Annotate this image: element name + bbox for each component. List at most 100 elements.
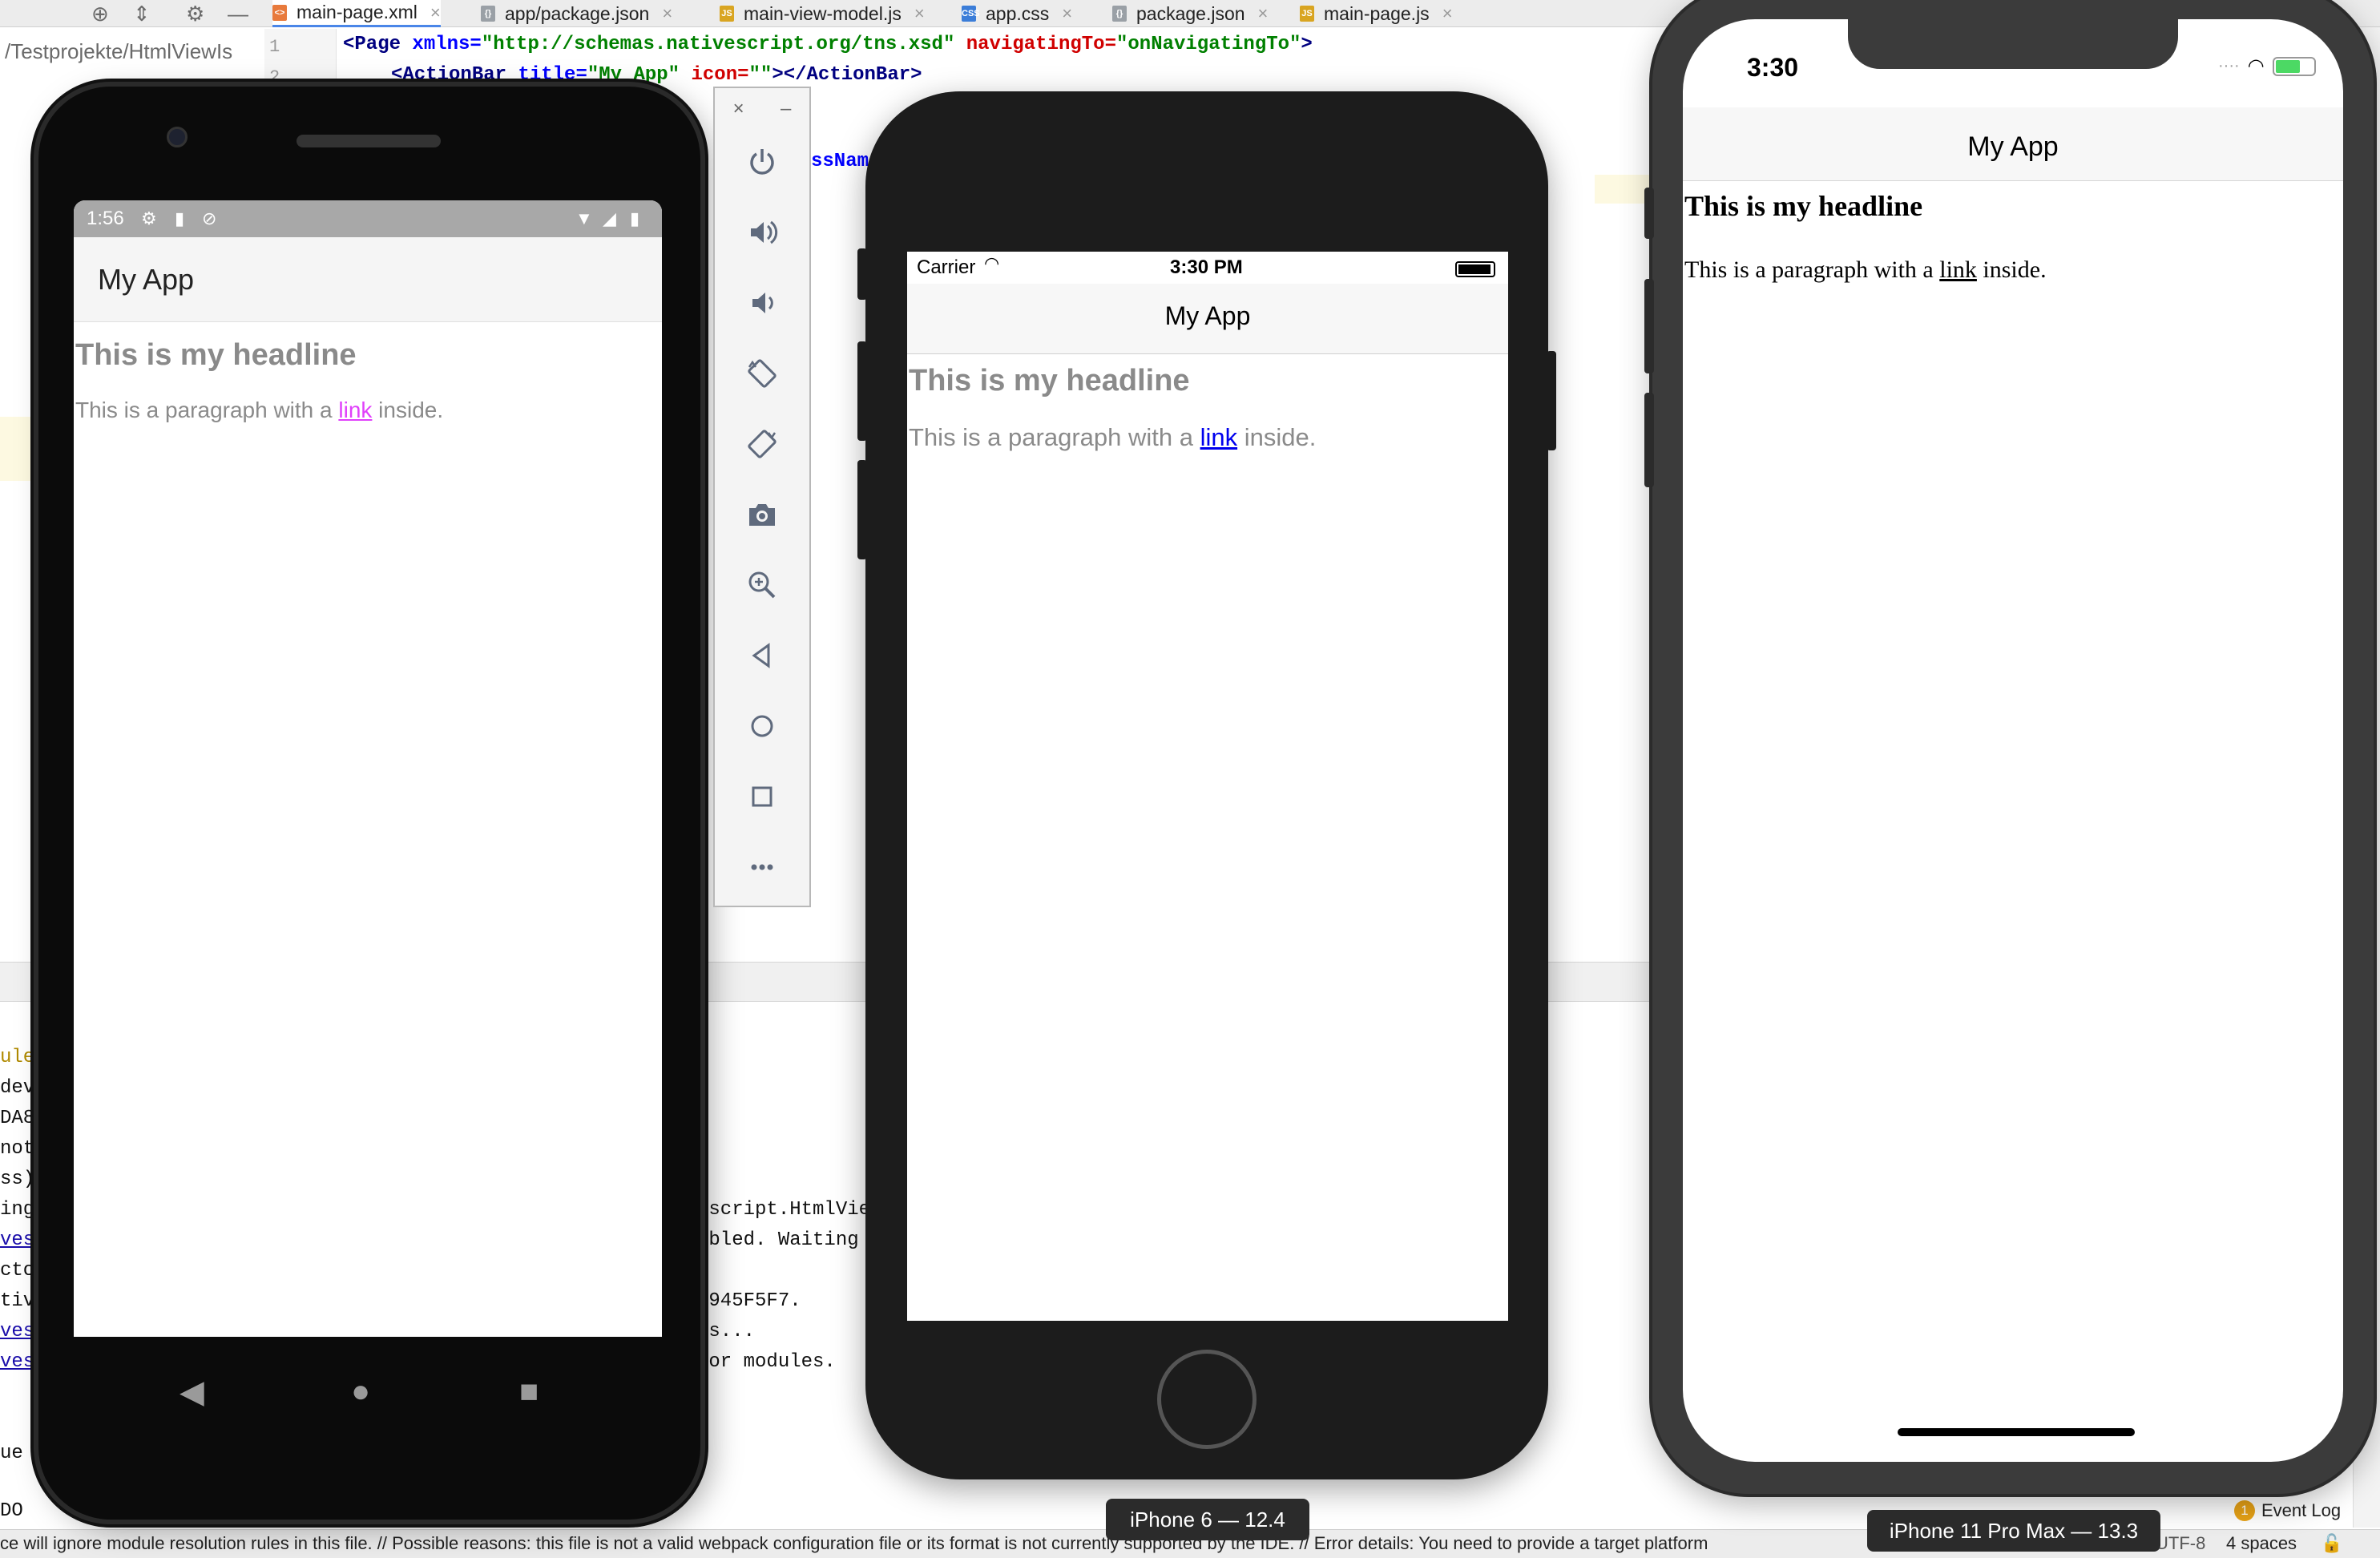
status-time: 3:30 PM (1170, 256, 1243, 278)
paragraph-link[interactable]: link (1939, 256, 1977, 283)
close-icon[interactable]: × (1062, 3, 1072, 24)
signal-icon: ···· (2218, 57, 2240, 75)
close-icon[interactable]: × (733, 98, 744, 120)
android-nav-bar: ◀ ● ■ (74, 1337, 662, 1465)
json-file-icon: {} (1112, 6, 1127, 22)
close-icon[interactable]: × (1258, 3, 1269, 24)
code-token: > (1301, 34, 1313, 55)
paragraph-link[interactable]: link (338, 398, 372, 422)
hide-icon[interactable]: — (228, 2, 248, 26)
home-icon (751, 715, 773, 737)
power-icon (750, 149, 774, 175)
headline: This is my headline (909, 364, 1190, 398)
wifi-icon: ◠ (2247, 55, 2265, 77)
android-status-bar: 1:56 ⚙ ▮ ⊘ ▼ ◢ ▮ (74, 200, 662, 237)
tab-main-page-xml[interactable]: <> main-page.xml × (272, 0, 441, 27)
earpiece-speaker (296, 135, 441, 147)
tab-label: main-view-model.js (744, 2, 902, 24)
zoom-button[interactable] (715, 561, 809, 609)
paragraph-text: inside. (372, 398, 444, 422)
volume-down-button[interactable] (715, 279, 809, 327)
project-path: /Testprojekte/HtmlViewIs (5, 39, 233, 63)
navigation-bar: My App (907, 284, 1508, 354)
rotate-left-button[interactable] (715, 349, 809, 398)
rotate-right-icon (748, 430, 777, 458)
minimize-icon[interactable]: – (781, 98, 791, 120)
paragraph-link[interactable]: link (1200, 423, 1238, 451)
collapse-icon[interactable]: ⇕ (133, 2, 151, 26)
signal-icon: ◢ (603, 208, 616, 228)
status-message: ce will ignore module resolution rules i… (0, 1533, 1708, 1553)
event-log-button[interactable]: 1 Event Log (2234, 1500, 2341, 1521)
sd-card-icon: ▮ (175, 208, 185, 228)
xml-file-icon: <> (272, 4, 287, 21)
close-icon[interactable]: × (914, 3, 925, 24)
sync-icon: ⊘ (202, 208, 217, 228)
encoding-indicator[interactable]: UTF-8 (2156, 1530, 2205, 1557)
tab-main-page-js[interactable]: JS main-page.js × (1300, 0, 1453, 27)
android-emulator: 1:56 ⚙ ▮ ⊘ ▼ ◢ ▮ My App This is my headl… (38, 87, 700, 1520)
back-icon[interactable]: ◀ (180, 1374, 204, 1411)
rotate-right-button[interactable] (715, 420, 809, 468)
action-bar: My App (74, 237, 662, 322)
volume-up-button[interactable] (715, 208, 809, 256)
sleep-button (1547, 351, 1556, 450)
home-icon[interactable]: ● (351, 1374, 370, 1410)
close-icon[interactable]: × (662, 3, 672, 24)
overview-icon[interactable]: ■ (519, 1374, 539, 1410)
power-button[interactable] (715, 138, 809, 186)
tab-app-package-json[interactable]: {} app/package.json × (481, 0, 672, 27)
indent-indicator[interactable]: 4 spaces (2226, 1530, 2297, 1557)
code-line-1[interactable]: <Page xmlns="http://schemas.nativescript… (343, 34, 1313, 55)
line-number: 1 (269, 37, 280, 57)
back-button[interactable] (715, 632, 809, 680)
volume-up-icon (751, 220, 778, 244)
status-time: 1:56 (87, 208, 124, 229)
console-line: 3945F5F7. (697, 1290, 801, 1312)
home-button[interactable] (1157, 1350, 1257, 1449)
code-line-2[interactable]: <ActionBar title="My App" icon=""></Acti… (391, 64, 922, 86)
close-icon[interactable]: × (1442, 3, 1453, 24)
home-button[interactable] (715, 702, 809, 750)
status-time: 3:30 (1747, 53, 1799, 82)
screenshot-button[interactable] (715, 490, 809, 539)
event-count-badge: 1 (2234, 1500, 2255, 1521)
line-number: 2 (269, 67, 280, 87)
overview-button[interactable] (715, 773, 809, 821)
battery-icon (1455, 261, 1495, 277)
tab-label: main-page.js (1324, 2, 1430, 24)
lock-icon[interactable]: 🔓 (2321, 1530, 2342, 1557)
gear-icon[interactable]: ⚙ (186, 2, 204, 26)
target-icon[interactable]: ⊕ (91, 2, 109, 26)
paragraph-text: inside. (1237, 423, 1317, 451)
wifi-icon: ▼ (575, 208, 593, 228)
app-title: My App (98, 263, 195, 296)
close-icon[interactable]: × (430, 2, 441, 23)
tab-package-json[interactable]: {} package.json × (1112, 0, 1268, 27)
code-token: ></ActionBar> (772, 64, 922, 86)
home-indicator[interactable] (1898, 1428, 2135, 1436)
app-title: My App (1164, 301, 1251, 330)
android-screen[interactable]: 1:56 ⚙ ▮ ⊘ ▼ ◢ ▮ My App This is my headl… (74, 200, 662, 1337)
more-button[interactable] (715, 843, 809, 891)
front-camera (167, 127, 188, 147)
navigation-bar: My App (1683, 107, 2343, 181)
tab-app-css[interactable]: CSS app.css × (962, 0, 1072, 27)
paragraph-text: This is a paragraph with a (1684, 256, 1940, 283)
console-line: abled. Waiting (697, 1229, 859, 1251)
tab-main-view-model-js[interactable]: JS main-view-model.js × (720, 0, 925, 27)
iphone6-screen[interactable]: Carrier ◠ 3:30 PM My App This is my head… (907, 252, 1508, 1321)
css-file-icon: CSS (962, 6, 980, 22)
volume-down-icon (752, 293, 773, 313)
iphone6-device-label: iPhone 6 — 12.4 (1106, 1499, 1309, 1540)
headline: This is my headline (75, 338, 357, 372)
code-token: title= (518, 64, 587, 86)
console-line: es... (697, 1321, 756, 1342)
overview-icon (752, 786, 772, 807)
iphone11-screen[interactable]: 3:30 ···· ◠ My App This is my headline T… (1683, 19, 2343, 1462)
more-icon (751, 864, 773, 870)
settings-icon: ⚙ (141, 208, 157, 228)
carrier-label: Carrier (917, 256, 976, 278)
rotate-left-icon (748, 359, 777, 388)
code-token: "" (748, 64, 772, 86)
